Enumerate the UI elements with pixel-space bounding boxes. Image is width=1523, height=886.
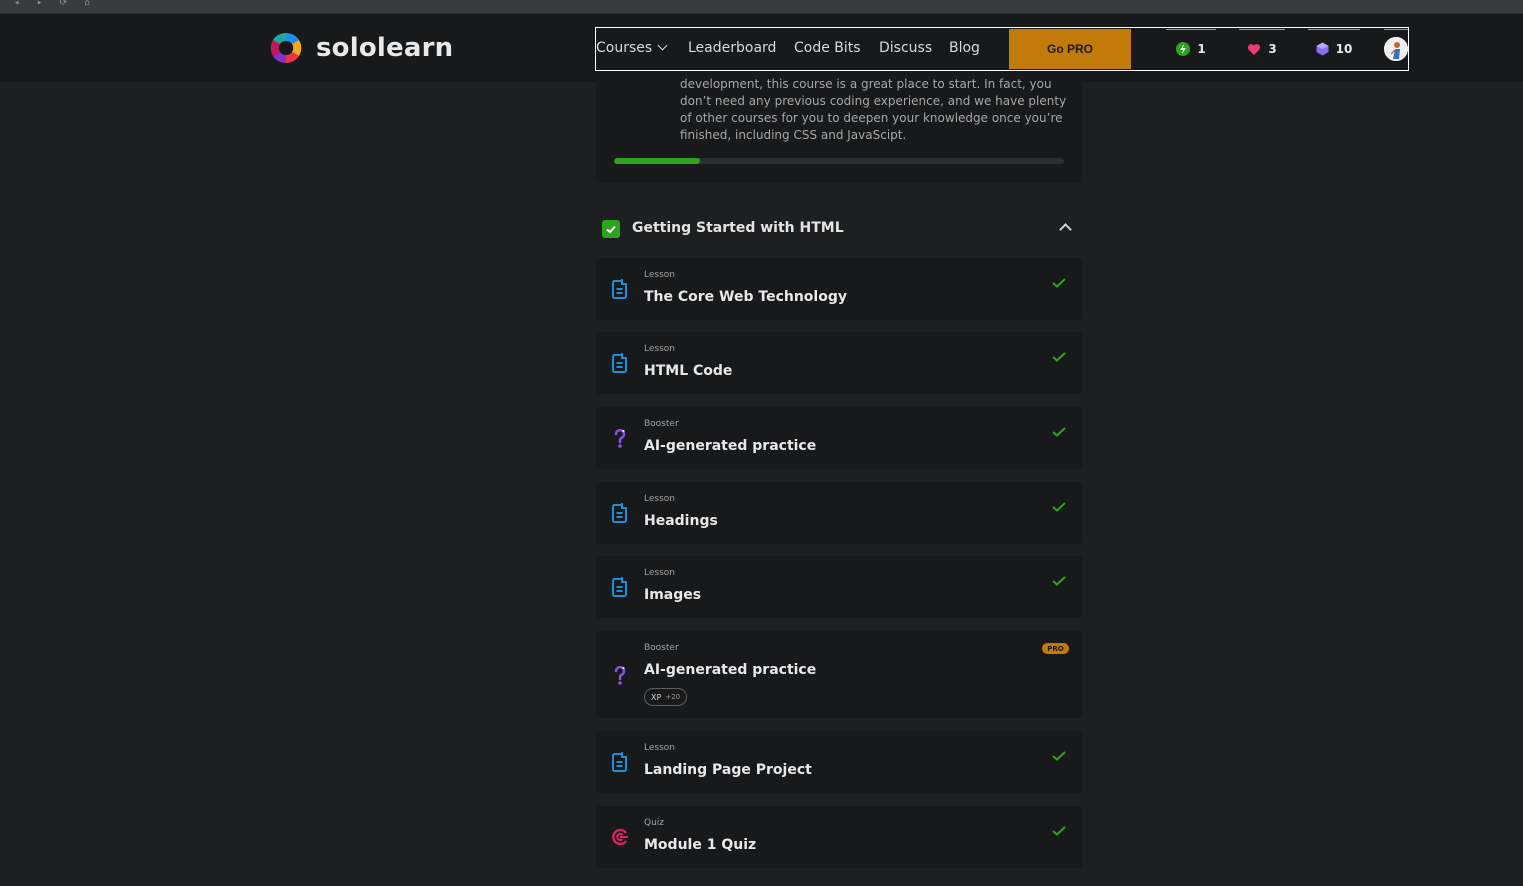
streak-indicator-bar — [1166, 29, 1216, 30]
xp-value: +20 — [665, 693, 681, 701]
sololearn-logo[interactable]: sololearn — [268, 30, 453, 66]
lesson-type-label: Lesson — [644, 344, 675, 354]
avatar-indicator-bar — [1384, 29, 1408, 30]
avatar[interactable] — [1384, 37, 1408, 61]
hearts-count: 3 — [1268, 42, 1277, 56]
heart-icon — [1248, 43, 1261, 55]
checkmark-icon — [1052, 422, 1066, 437]
streak-count: 1 — [1197, 42, 1206, 56]
lesson-title: AI-generated practice — [644, 662, 817, 678]
lesson-title: Images — [644, 587, 702, 603]
nav-courses-label: Courses — [596, 40, 653, 56]
checkmark-icon — [1052, 347, 1066, 362]
nav-discuss-link[interactable]: Discuss — [879, 40, 932, 56]
xp-label: XP — [651, 692, 662, 702]
user-avatar-icon — [1384, 37, 1408, 61]
lesson-title: Headings — [644, 513, 718, 529]
booster-question-icon — [610, 427, 630, 449]
lesson-type-label: Booster — [644, 419, 679, 429]
gems-indicator-bar — [1308, 29, 1360, 30]
lesson-item[interactable]: Lesson Landing Page Project — [596, 731, 1082, 793]
chevron-up-icon[interactable] — [1059, 223, 1072, 236]
hearts-indicator-bar — [1239, 29, 1285, 30]
lesson-document-icon — [610, 751, 630, 773]
brand-name: sololearn — [316, 33, 454, 63]
chevron-down-icon — [657, 40, 668, 51]
gems-count: 10 — [1335, 42, 1353, 56]
lightning-icon — [1176, 42, 1191, 56]
checkmark-icon — [1052, 273, 1066, 288]
lesson-item[interactable]: Booster AI-generated practice — [596, 407, 1082, 469]
lesson-item[interactable]: Lesson Images — [596, 556, 1082, 618]
gems-counter[interactable]: 10 — [1308, 28, 1360, 70]
lesson-title: Module 1 Quiz — [644, 837, 757, 853]
course-overview-card: development, this course is a great plac… — [596, 77, 1082, 183]
checkmark-icon — [1052, 746, 1066, 761]
lesson-item[interactable]: Lesson The Core Web Technology — [596, 258, 1082, 320]
lesson-type-label: Quiz — [644, 818, 665, 828]
hearts-counter[interactable]: 3 — [1239, 28, 1285, 70]
lesson-type-label: Lesson — [644, 494, 675, 504]
quiz-target-icon — [610, 826, 630, 848]
main-nav: Courses Leaderboard Code Bits Discuss Bl… — [595, 27, 1409, 71]
checkmark-icon — [1052, 821, 1066, 836]
lesson-item[interactable]: Lesson Headings — [596, 482, 1082, 544]
lesson-type-label: Lesson — [644, 743, 675, 753]
lesson-title: AI-generated practice — [644, 438, 817, 454]
lesson-document-icon — [610, 576, 630, 598]
streak-counter[interactable]: 1 — [1166, 28, 1216, 70]
lesson-title: Landing Page Project — [644, 762, 812, 778]
lesson-document-icon — [610, 352, 630, 374]
check-icon — [606, 225, 616, 234]
module-complete-checkbox — [602, 220, 620, 238]
course-progress-bar — [614, 158, 1064, 164]
booster-question-icon — [610, 664, 630, 686]
gem-icon — [1316, 42, 1329, 56]
xp-reward-pill: XP +20 — [644, 688, 688, 706]
nav-code-bits-link[interactable]: Code Bits — [794, 40, 861, 56]
checkmark-icon — [1052, 571, 1066, 586]
lesson-title: HTML Code — [644, 363, 733, 379]
pro-badge: PRO — [1042, 643, 1069, 654]
browser-controls-icon: ◂ ▸ ⟳ ⌂ — [14, 0, 97, 8]
module-title: Getting Started with HTML — [632, 220, 844, 236]
lesson-type-label: Booster — [644, 643, 679, 653]
nav-courses-dropdown[interactable]: Courses — [596, 40, 668, 56]
lesson-document-icon — [610, 502, 630, 524]
lesson-type-label: Lesson — [644, 568, 675, 578]
course-progress-fill — [614, 158, 700, 164]
lesson-item[interactable]: Quiz Module 1 Quiz — [596, 806, 1082, 868]
browser-toolbar-strip: ◂ ▸ ⟳ ⌂ — [0, 0, 1523, 14]
lesson-type-label: Lesson — [644, 270, 675, 280]
lesson-title: The Core Web Technology — [644, 289, 847, 305]
lesson-item[interactable]: Lesson HTML Code — [596, 332, 1082, 394]
module-header[interactable]: Getting Started with HTML — [602, 219, 1078, 239]
go-pro-button[interactable]: Go PRO — [1009, 29, 1131, 69]
lesson-item[interactable]: Booster AI-generated practice PRO XP +20 — [596, 631, 1082, 718]
sololearn-logo-icon — [270, 32, 302, 64]
nav-leaderboard-link[interactable]: Leaderboard — [688, 40, 776, 56]
lesson-document-icon — [610, 278, 630, 300]
nav-blog-link[interactable]: Blog — [949, 40, 980, 56]
checkmark-icon — [1052, 497, 1066, 512]
course-description: development, this course is a great plac… — [680, 77, 1067, 142]
